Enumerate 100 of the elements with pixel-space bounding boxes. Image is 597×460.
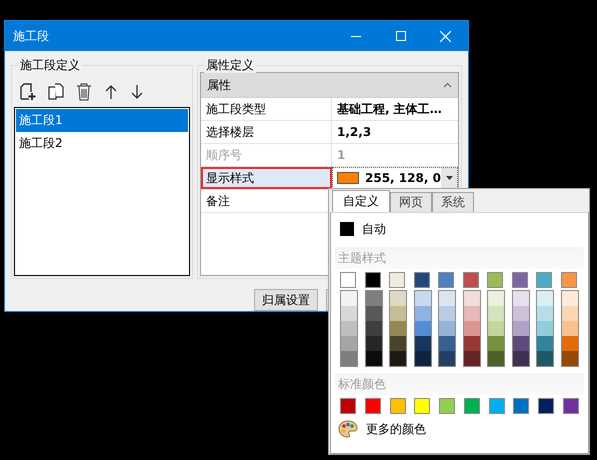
color-swatch[interactable] [512,272,528,288]
header-label: 属性 [207,76,231,94]
color-swatch[interactable] [560,272,577,288]
color-swatch[interactable] [390,321,406,336]
close-icon[interactable] [440,30,451,42]
color-swatch[interactable] [439,336,456,351]
color-swatch[interactable] [340,272,356,288]
dropdown-button[interactable] [441,168,457,188]
property-name-cell[interactable]: 施工段类型 [201,98,332,120]
new-file-icon[interactable] [19,83,37,101]
color-swatch[interactable] [512,336,529,351]
color-swatch[interactable] [512,306,529,321]
color-swatch[interactable] [462,272,479,288]
color-swatch[interactable] [439,306,456,321]
color-swatch[interactable] [562,306,578,321]
color-swatch[interactable] [366,306,382,321]
color-swatch[interactable] [340,398,356,414]
color-swatch[interactable] [488,321,504,336]
color-swatch[interactable] [538,398,554,414]
group-title: 施工段定义 [18,58,82,73]
color-swatch[interactable] [464,351,480,366]
copy-icon[interactable] [47,83,65,101]
color-swatch[interactable] [488,306,504,321]
color-swatch[interactable] [389,272,406,288]
color-swatch[interactable] [487,272,504,288]
color-swatch[interactable] [464,336,480,351]
color-swatch[interactable] [414,306,431,321]
color-swatch[interactable] [366,291,382,306]
color-value: 255, 128, 0 [365,171,441,185]
color-swatch[interactable] [439,398,456,414]
color-swatch[interactable] [537,336,554,351]
color-swatch[interactable] [562,398,579,414]
color-swatch[interactable] [537,351,554,366]
color-swatch[interactable] [439,321,456,336]
maximize-icon[interactable] [396,31,406,41]
color-swatch[interactable] [464,321,480,336]
color-swatch[interactable] [488,398,505,414]
color-swatch[interactable] [562,321,578,336]
property-name-cell[interactable]: 选择楼层 [201,121,332,143]
color-swatch[interactable] [341,336,357,351]
tab[interactable]: 自定义 [332,190,390,212]
list-item[interactable]: 施工段2 [16,132,188,155]
color-swatch[interactable] [537,291,554,306]
color-swatch[interactable] [364,398,381,414]
color-swatch[interactable] [414,321,431,336]
value-cell[interactable]: 1,2,3 [332,121,458,143]
up-arrow-icon[interactable] [103,84,119,100]
trash-icon[interactable] [75,83,93,101]
color-swatch[interactable] [488,336,504,351]
color-swatch[interactable] [512,291,529,306]
color-swatch[interactable] [390,336,406,351]
option-label: 自动 [362,220,386,238]
collapse-icon[interactable] [443,82,452,88]
color-swatch[interactable] [536,272,552,288]
color-swatch[interactable] [537,321,554,336]
color-swatch[interactable] [390,291,406,306]
color-swatch[interactable] [562,336,578,351]
color-swatch[interactable] [512,351,529,366]
color-swatch[interactable] [364,272,381,288]
color-swatch[interactable] [390,351,406,366]
down-arrow-icon[interactable] [129,84,145,100]
color-swatch[interactable] [414,291,431,306]
color-swatch[interactable] [464,291,480,306]
color-swatch[interactable] [414,398,430,414]
color-swatch[interactable] [366,351,382,366]
color-swatch[interactable] [414,272,430,288]
caret-icon [446,176,452,180]
color-swatch[interactable] [366,321,382,336]
color-swatch[interactable] [366,336,382,351]
color-swatch[interactable] [390,306,406,321]
palette-icon [338,420,358,438]
color-swatch[interactable] [341,321,357,336]
tab[interactable]: 系统 [432,192,474,212]
property-name-cell[interactable]: 显示样式 [201,167,332,189]
section-header: 标准颜色 [335,373,584,395]
window-title: 施工段 [12,28,50,44]
more-colors-option[interactable]: 更多的颜色 [335,414,584,444]
color-swatch[interactable] [414,336,431,351]
ownership-settings-button[interactable]: 归属设置 [254,289,318,311]
color-swatch[interactable] [439,351,456,366]
color-swatch[interactable] [513,398,530,414]
color-swatch[interactable] [562,291,578,306]
color-swatch[interactable] [341,351,357,366]
color-swatch[interactable] [537,306,554,321]
color-swatch[interactable] [438,272,454,288]
color-swatch[interactable] [439,291,456,306]
color-swatch[interactable] [464,398,480,414]
color-swatch[interactable] [512,321,529,336]
color-swatch[interactable] [488,351,504,366]
color-swatch[interactable] [341,291,357,306]
tab[interactable]: 网页 [390,192,432,212]
color-swatch[interactable] [488,291,504,306]
color-swatch[interactable] [414,351,431,366]
color-swatch[interactable] [390,398,406,414]
color-swatch[interactable] [562,351,578,366]
auto-color-option[interactable]: 自动 [335,217,584,241]
value-cell[interactable]: 基础工程, 主体工… [332,98,458,120]
list-item[interactable]: 施工段1 [16,109,188,132]
color-swatch[interactable] [341,306,357,321]
color-swatch[interactable] [464,306,480,321]
